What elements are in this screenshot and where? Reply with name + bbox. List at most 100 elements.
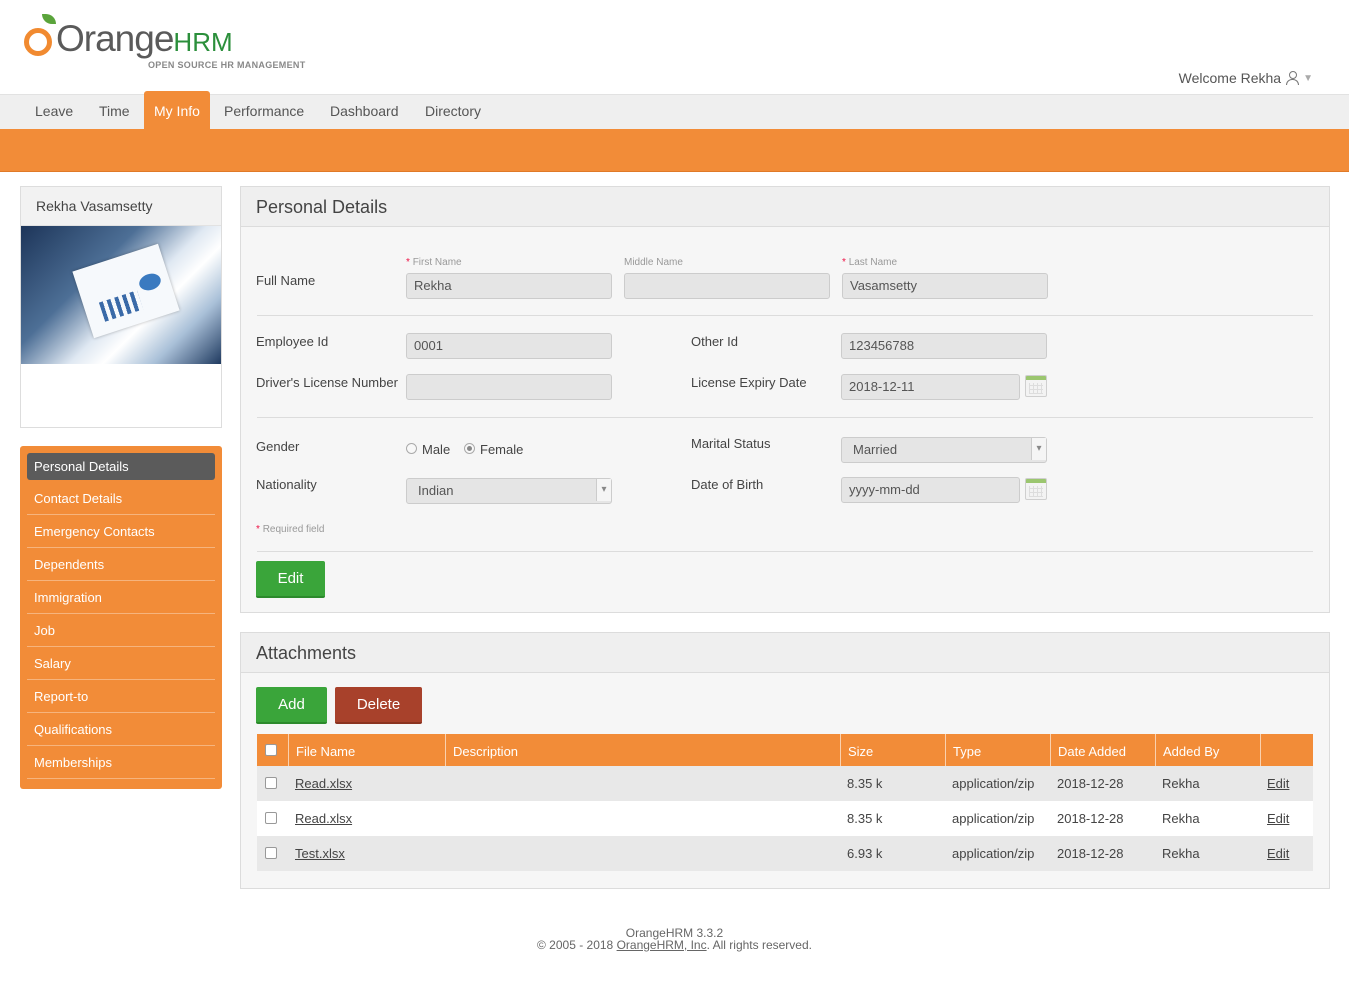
license-expiry-label: License Expiry Date <box>691 375 807 390</box>
file-link[interactable]: Read.xlsx <box>288 766 352 801</box>
delete-button[interactable]: Delete <box>335 687 422 724</box>
company-link[interactable]: OrangeHRM, Inc <box>617 938 707 952</box>
gender-female-radio[interactable] <box>464 443 475 454</box>
first-name-label-text: First Name <box>412 257 462 268</box>
other-id-field[interactable]: 123456788 <box>841 333 1047 359</box>
sidebar-item-job[interactable]: Job <box>27 615 215 647</box>
license-field[interactable] <box>406 374 612 400</box>
sidebar-item-report-to[interactable]: Report-to <box>27 681 215 713</box>
employee-id-label: Employee Id <box>256 334 329 349</box>
calendar-icon[interactable] <box>1025 375 1047 397</box>
row-edit-link[interactable]: Edit <box>1260 766 1289 801</box>
sidebar-item-memberships[interactable]: Memberships <box>27 747 215 779</box>
nav-dashboard[interactable]: Dashboard <box>320 95 409 130</box>
first-name-field[interactable]: Rekha <box>406 273 612 299</box>
copyright-prefix: © 2005 - 2018 <box>537 938 617 952</box>
col-date-added[interactable]: Date Added <box>1050 734 1155 766</box>
select-all-checkbox[interactable] <box>265 744 277 756</box>
logo-o-icon <box>24 28 52 56</box>
last-name-field[interactable]: Vasamsetty <box>842 273 1048 299</box>
first-name-label: * First Name <box>406 257 462 268</box>
full-name-label: Full Name <box>256 273 316 288</box>
edit-button[interactable]: Edit <box>256 561 325 598</box>
attachments-panel: Attachments Add Delete File Name Descrip… <box>240 632 1330 889</box>
row-checkbox[interactable] <box>265 777 277 789</box>
file-link[interactable]: Test.xlsx <box>288 836 345 871</box>
col-actions <box>1260 734 1313 766</box>
last-name-label: * Last Name <box>842 257 897 268</box>
cell-size: 6.93 k <box>847 846 883 861</box>
table-header: File Name Description Size Type Date Add… <box>257 734 1313 766</box>
sidebar-item-emergency-contacts[interactable]: Emergency Contacts <box>27 516 215 548</box>
required-note: * Required field <box>256 524 324 535</box>
marital-status-select[interactable]: Married <box>841 437 1047 463</box>
main-nav: Leave Time My Info Performance Dashboard… <box>0 91 1349 130</box>
gender-male-radio[interactable] <box>406 443 417 454</box>
welcome-text: Welcome Rekha <box>1178 70 1282 86</box>
sidebar-menu: Personal Details Contact Details Emergen… <box>20 446 222 789</box>
cell-size: 8.35 k <box>847 776 883 791</box>
required-mark: * <box>256 524 260 535</box>
chevron-down-icon: ▼ <box>1303 72 1313 84</box>
file-link[interactable]: Read.xlsx <box>288 801 352 836</box>
row-edit-link[interactable]: Edit <box>1260 801 1289 836</box>
cell-added-by: Rekha <box>1162 846 1200 861</box>
middle-name-field[interactable] <box>624 273 830 299</box>
welcome-menu[interactable]: Welcome Rekha ▼ <box>1179 70 1313 86</box>
required-mark: * <box>842 257 846 268</box>
col-file-name[interactable]: File Name <box>288 734 445 766</box>
cell-type: application/zip <box>952 776 1035 791</box>
divider <box>257 315 1313 316</box>
dob-field[interactable]: yyyy-mm-dd <box>841 477 1020 503</box>
sidebar-item-salary[interactable]: Salary <box>27 648 215 680</box>
panel-title: Attachments <box>241 633 1329 673</box>
profile-name: Rekha Vasamsetty <box>21 187 221 226</box>
col-added-by[interactable]: Added By <box>1155 734 1260 766</box>
nav-time[interactable]: Time <box>89 95 140 130</box>
logo-leaf-icon <box>42 14 56 24</box>
cell-type: application/zip <box>952 811 1035 826</box>
other-id-label: Other Id <box>691 334 738 349</box>
gender-male-label: Male <box>422 442 451 457</box>
logo-wordmark: OrangeHRM <box>56 18 233 59</box>
profile-card: Rekha Vasamsetty <box>20 186 222 428</box>
nav-leave[interactable]: Leave <box>25 95 83 130</box>
sidebar-item-contact-details[interactable]: Contact Details <box>27 483 215 515</box>
sidebar-item-personal-details[interactable]: Personal Details <box>27 453 215 480</box>
row-edit-link[interactable]: Edit <box>1260 836 1289 871</box>
license-expiry-field[interactable]: 2018-12-11 <box>841 374 1020 400</box>
employee-id-field[interactable]: 0001 <box>406 333 612 359</box>
row-checkbox[interactable] <box>265 812 277 824</box>
nav-my-info[interactable]: My Info <box>144 91 210 130</box>
col-size[interactable]: Size <box>840 734 945 766</box>
orangehrm-logo[interactable]: OrangeHRM OPEN SOURCE HR MANAGEMENT <box>22 12 312 72</box>
user-icon <box>1285 71 1300 85</box>
sidebar-item-qualifications[interactable]: Qualifications <box>27 714 215 746</box>
nationality-value: Indian <box>418 483 454 498</box>
divider <box>257 417 1313 418</box>
cell-date: 2018-12-28 <box>1057 846 1124 861</box>
sidebar-item-dependents[interactable]: Dependents <box>27 549 215 581</box>
calendar-icon[interactable] <box>1025 478 1047 500</box>
cell-description <box>445 766 452 801</box>
col-type[interactable]: Type <box>945 734 1050 766</box>
marital-status-value: Married <box>853 442 898 457</box>
cell-type: application/zip <box>952 846 1035 861</box>
photo-paper <box>72 243 180 339</box>
cell-added-by: Rekha <box>1162 776 1200 791</box>
sidebar-item-immigration[interactable]: Immigration <box>27 582 215 614</box>
required-note-text: Required field <box>262 524 325 535</box>
attachments-table: File Name Description Size Type Date Add… <box>257 734 1313 871</box>
cell-date: 2018-12-28 <box>1057 811 1124 826</box>
row-checkbox[interactable] <box>265 847 277 859</box>
table-row: Read.xlsx 8.35 k application/zip 2018-12… <box>257 766 1313 801</box>
nav-performance[interactable]: Performance <box>214 95 314 130</box>
nav-directory[interactable]: Directory <box>415 95 491 130</box>
nationality-select[interactable]: Indian <box>406 478 612 504</box>
personal-details-panel: Personal Details Full Name * First Name … <box>240 186 1330 613</box>
add-button[interactable]: Add <box>256 687 327 724</box>
profile-photo[interactable] <box>21 226 221 364</box>
gender-label: Gender <box>256 439 300 454</box>
col-description[interactable]: Description <box>445 734 840 766</box>
cell-description <box>445 836 452 871</box>
